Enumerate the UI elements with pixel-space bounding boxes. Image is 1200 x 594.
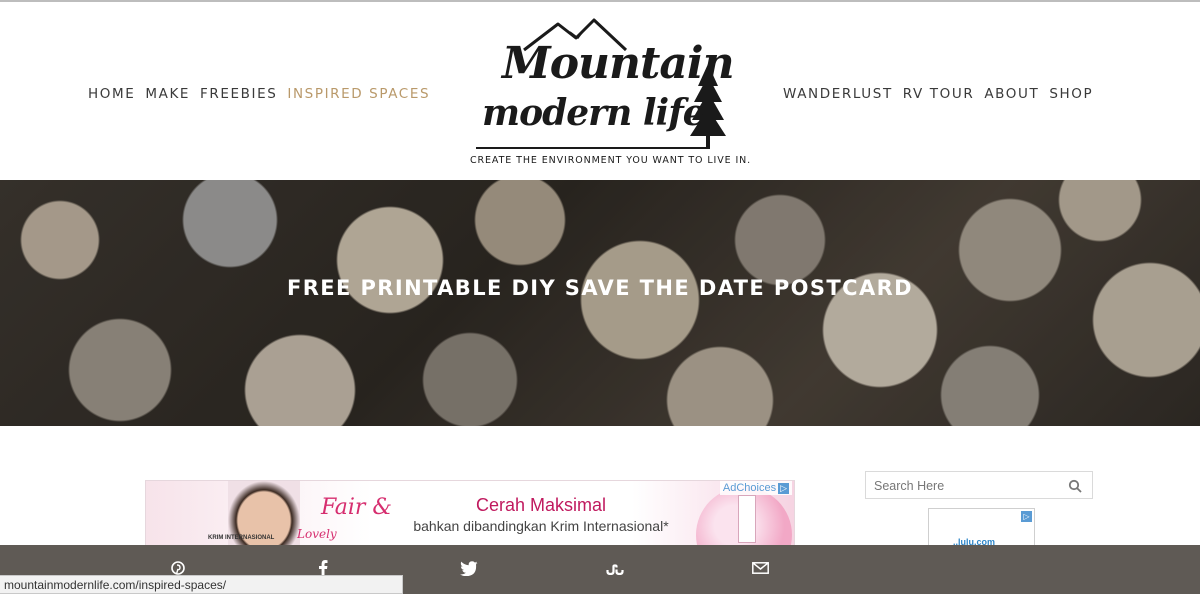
primary-nav-left: HOME MAKE FREEBIES INSPIRED SPACES (88, 86, 430, 102)
hero-title: FREE PRINTABLE DIY SAVE THE DATE POSTCAR… (286, 276, 914, 300)
ad-product-image (738, 495, 756, 543)
email-share-button[interactable] (750, 558, 770, 578)
adchoices-icon[interactable]: ▷ (1021, 511, 1032, 522)
ad-model-caption: KRIM INTERNASIONAL (208, 535, 275, 541)
search-box (865, 471, 1093, 499)
site-logo[interactable]: Mountain modern life CREATE THE ENVIRONM… (466, 16, 752, 176)
facebook-icon (319, 560, 328, 576)
adchoices-icon: ▷ (778, 483, 789, 494)
nav-wanderlust[interactable]: WANDERLUST (783, 86, 893, 102)
primary-nav-right: WANDERLUST RV TOUR ABOUT SHOP (783, 86, 1093, 102)
adchoices-label: AdChoices (722, 482, 777, 494)
logo-tagline: CREATE THE ENVIRONMENT YOU WANT TO LIVE … (470, 155, 752, 166)
nav-home[interactable]: HOME (88, 86, 135, 102)
ad-headline: Cerah Maksimal (475, 495, 607, 515)
nav-freebies[interactable]: FREEBIES (200, 86, 277, 102)
sidebar-ad[interactable]: ..lulu.com ▷ (928, 508, 1035, 548)
ad-subline: bahkan dibandingkan Krim Internasional* (413, 518, 669, 534)
nav-shop[interactable]: SHOP (1049, 86, 1093, 102)
hero-banner-firewood: FREE PRINTABLE DIY SAVE THE DATE POSTCAR… (0, 180, 1200, 426)
search-icon[interactable] (1068, 479, 1082, 493)
twitter-share-button[interactable] (459, 558, 479, 578)
stumbleupon-icon (606, 563, 624, 575)
ad-brand-logo-line2: Lovely (297, 527, 337, 541)
nav-make[interactable]: MAKE (145, 86, 190, 102)
ad-brand-logo-line1: Fair & (321, 495, 393, 520)
site-header: HOME MAKE FREEBIES INSPIRED SPACES Mount… (0, 2, 1200, 180)
stumbleupon-share-button[interactable] (605, 558, 625, 578)
nav-rv-tour[interactable]: RV TOUR (903, 86, 975, 102)
adchoices-link[interactable]: AdChoices ▷ (719, 481, 792, 495)
logo-wordmark-line2: modern life (482, 92, 706, 134)
twitter-icon (460, 560, 478, 576)
browser-status-url: mountainmodernlife.com/inspired-spaces/ (0, 575, 403, 594)
email-icon (751, 562, 769, 574)
logo-wordmark-line1: Mountain (502, 38, 735, 89)
search-input[interactable] (874, 477, 1054, 495)
pinterest-icon (171, 561, 185, 575)
nav-inspired-spaces[interactable]: INSPIRED SPACES (287, 86, 430, 102)
banner-ad[interactable]: KRIM INTERNASIONAL Fair & Lovely Cerah M… (145, 480, 795, 546)
nav-about[interactable]: ABOUT (984, 86, 1039, 102)
